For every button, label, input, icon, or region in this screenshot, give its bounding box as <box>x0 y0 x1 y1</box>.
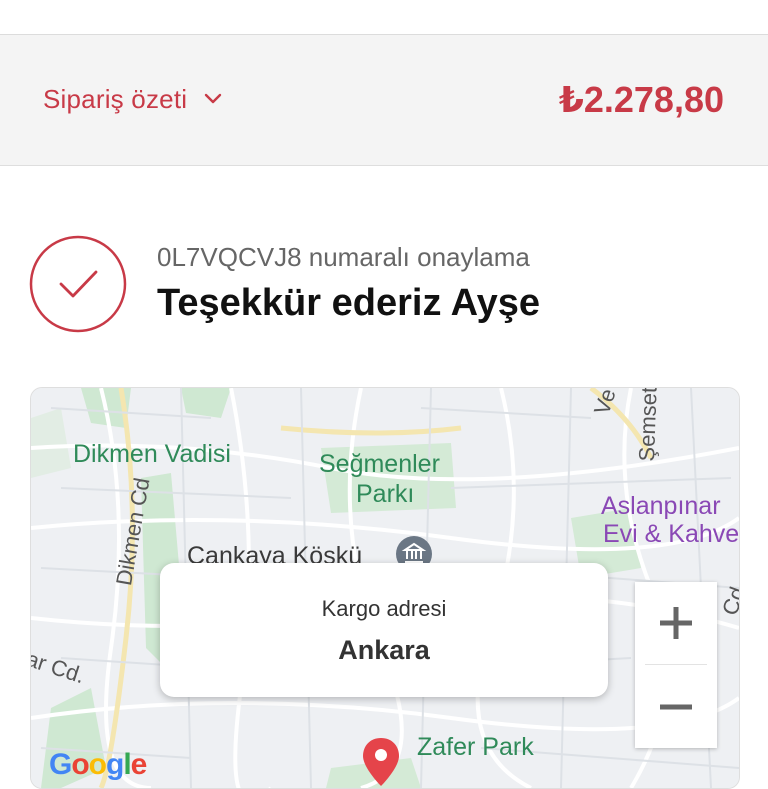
order-summary-toggle[interactable]: Sipariş özeti <box>43 84 223 115</box>
map-label-semset: Şemset <box>634 387 662 462</box>
order-total: ₺2.278,80 <box>558 79 724 120</box>
check-circle-icon <box>29 235 127 333</box>
plus-icon <box>660 607 692 639</box>
top-strip <box>0 0 768 35</box>
shipping-address-value: Ankara <box>338 635 430 665</box>
map-label-parki: Parkı <box>356 480 415 508</box>
map-label-segmenler: Seğmenler <box>319 450 440 478</box>
zoom-out-button[interactable] <box>635 666 717 748</box>
chevron-down-icon <box>203 91 223 110</box>
order-summary-label: Sipariş özeti <box>43 84 188 114</box>
map-label-aslanpinar: Aslanpınar <box>601 492 721 520</box>
shipping-map[interactable]: Dikmen Vadisi Seğmenler Parkı Aslanpınar… <box>30 387 740 789</box>
shipping-address-caption: Kargo adresi <box>321 596 447 621</box>
order-summary-bar: Sipariş özeti ₺2.278,80 <box>0 35 768 166</box>
location-pin-icon <box>361 736 401 788</box>
thank-you-title: Teşekkür ederiz Ayşe <box>157 282 541 324</box>
google-logo: Google <box>49 748 147 781</box>
minus-icon <box>660 704 692 710</box>
shipping-address-card: Kargo adresi Ankara <box>160 563 608 697</box>
map-label-zafer-park: Zafer Park <box>417 733 534 761</box>
zoom-in-button[interactable] <box>635 582 717 664</box>
zoom-divider <box>645 664 707 665</box>
map-zoom-controls <box>635 582 717 748</box>
confirmation-number: 0L7VQCVJ8 numaralı onaylama <box>157 242 530 272</box>
map-label-evi-kahve: Evi & Kahve <box>603 520 740 548</box>
map-label-dikmen-vadisi: Dikmen Vadisi <box>73 440 231 468</box>
